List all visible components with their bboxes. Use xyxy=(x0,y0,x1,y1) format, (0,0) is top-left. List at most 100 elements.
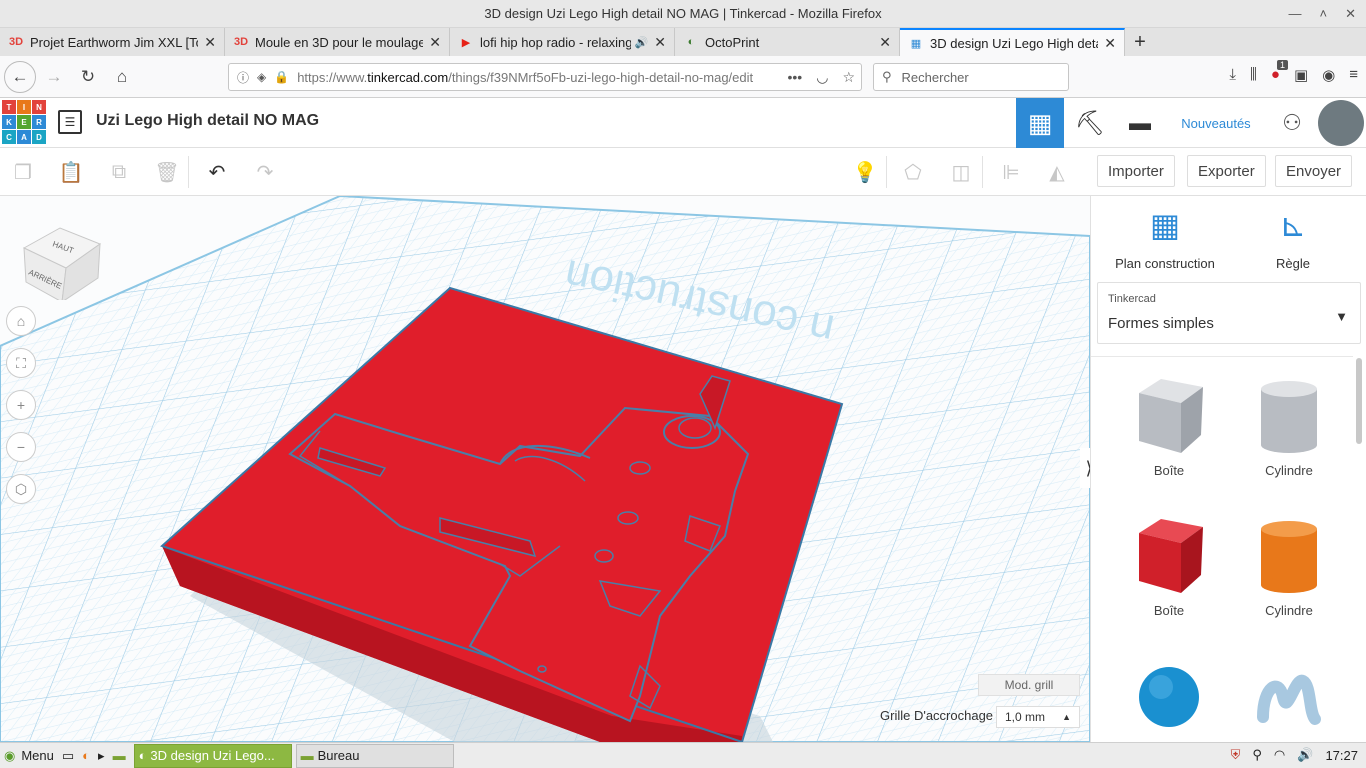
pickaxe-icon[interactable]: ⛏ xyxy=(1066,98,1114,148)
shield-tray-icon[interactable]: ⛨ xyxy=(1231,747,1241,763)
nouveautes-link[interactable]: Nouveautés xyxy=(1168,98,1264,148)
send-button[interactable]: Envoyer xyxy=(1275,155,1353,187)
expand-panel-chevron-icon[interactable]: ⟩ xyxy=(1080,448,1090,488)
snap-grid-select[interactable]: 1,0 mm ▲ xyxy=(996,706,1080,728)
library-source: Tinkercad xyxy=(1108,293,1156,305)
tab-label: Projet Earthworm Jim XXL [To xyxy=(30,34,199,50)
home-view-icon[interactable]: ⌂ xyxy=(6,306,36,336)
shape-cylinder-hole[interactable]: Cylindre xyxy=(1229,377,1349,478)
view-cube[interactable]: HAUT ARRIÈRE xyxy=(20,218,102,300)
files-launcher-icon[interactable]: ▬ xyxy=(109,745,130,767)
undo-icon[interactable]: ↶ xyxy=(202,158,232,186)
info-icon[interactable]: ⓘ xyxy=(237,69,249,86)
ungroup-icon[interactable]: ◫ xyxy=(946,158,976,186)
pocket-icon[interactable]: ◡ xyxy=(816,69,828,86)
bookmark-star-icon[interactable]: ☆ xyxy=(842,69,855,86)
duplicate-icon[interactable]: ⧉ xyxy=(104,158,134,186)
shape-cylinder[interactable]: Cylindre xyxy=(1229,517,1349,618)
perspective-icon[interactable]: ⬡ xyxy=(6,474,36,504)
design-list-icon[interactable]: ☰ xyxy=(58,110,82,134)
download-icon[interactable]: ⤓ xyxy=(1229,66,1236,84)
network-icon[interactable]: ◠ xyxy=(1274,747,1285,763)
cylinder-icon xyxy=(1261,521,1317,593)
design-title[interactable]: Uzi Lego High detail NO MAG xyxy=(96,112,319,130)
shape-box-hole[interactable]: Boîte xyxy=(1109,377,1229,478)
tab-close-icon[interactable]: ✕ xyxy=(879,34,891,51)
tab-label: OctoPrint xyxy=(705,34,760,50)
workplane-svg[interactable]: n construction xyxy=(0,196,1090,742)
tab-tinkercad-design[interactable]: ▦ 3D design Uzi Lego High deta ✕ xyxy=(900,28,1125,56)
shape-sphere[interactable] xyxy=(1109,657,1229,737)
paste-icon[interactable]: 📋 xyxy=(56,158,86,186)
align-icon[interactable]: ⊫ xyxy=(996,158,1026,186)
show-desktop-icon[interactable]: ▭ xyxy=(58,745,78,767)
taskbar-window-bureau[interactable]: ▬ Bureau xyxy=(295,743,454,768)
tab-close-icon[interactable]: ✕ xyxy=(204,34,216,51)
url-bar[interactable]: ⓘ ◈ 🔒 https://www. tinkercad.com/things/f… xyxy=(228,63,862,91)
tab-close-icon[interactable]: ✕ xyxy=(429,34,441,51)
tab-lofi[interactable]: ▶ lofi hip hop radio - relaxing 🔊 ✕ xyxy=(450,28,675,56)
octoprint-favicon-icon: ◐ xyxy=(687,36,695,48)
shapes-grid: Boîte Cylindre Boîte Cylindre xyxy=(1091,356,1353,742)
shape-library-select[interactable]: Tinkercad Formes simples ▼ xyxy=(1097,282,1361,344)
delete-icon[interactable]: 🗑 xyxy=(152,158,182,186)
volume-icon[interactable]: 🔊 xyxy=(1297,747,1313,763)
minimize-icon[interactable]: — xyxy=(1289,6,1302,22)
clock[interactable]: 17:27 xyxy=(1325,748,1358,763)
forward-arrow-icon[interactable]: → xyxy=(38,61,70,93)
shapes-scrollbar[interactable] xyxy=(1356,358,1362,444)
home-icon[interactable]: ⌂ xyxy=(106,61,138,93)
select-arrow-icon: ▲ xyxy=(1062,712,1071,722)
copy-icon[interactable]: ❐ xyxy=(8,158,38,186)
user-tray-icon[interactable]: ⚲ xyxy=(1252,747,1262,763)
new-tab-icon[interactable]: + xyxy=(1125,28,1155,56)
shield-icon[interactable]: ◈ xyxy=(257,70,266,84)
back-arrow-icon[interactable]: ← xyxy=(4,60,36,93)
maximize-icon[interactable]: ˄ xyxy=(1320,6,1328,22)
cylinder-hole-icon xyxy=(1261,381,1317,453)
speaker-icon[interactable]: 🔊 xyxy=(635,36,649,49)
tab-octoprint[interactable]: ◐ OctoPrint ✕ xyxy=(675,28,900,56)
3d-view-grid-icon[interactable]: ▦ xyxy=(1016,98,1064,148)
group-icon[interactable]: ⬠ xyxy=(898,158,928,186)
workplane-tool[interactable]: ▦ Plan construction xyxy=(1105,206,1225,271)
redo-icon[interactable]: ↷ xyxy=(250,158,280,186)
mod-grill-button[interactable]: Mod. grill xyxy=(978,674,1080,696)
lego-brick-icon[interactable]: ▬ xyxy=(1116,98,1164,148)
tab-close-icon[interactable]: ✕ xyxy=(654,34,666,51)
start-menu-button[interactable]: ◉ Menu xyxy=(0,745,58,767)
sidebar-icon[interactable]: ▣ xyxy=(1294,66,1308,84)
light-bulb-icon[interactable]: 💡 xyxy=(850,158,880,186)
account-icon[interactable]: ◉ xyxy=(1322,66,1335,84)
taskbar-window-firefox[interactable]: ◐ 3D design Uzi Lego... xyxy=(133,743,292,768)
avatar[interactable] xyxy=(1318,100,1364,146)
reload-icon[interactable]: ↻ xyxy=(72,61,104,93)
zoom-out-icon[interactable]: − xyxy=(6,432,36,462)
shape-scribble[interactable] xyxy=(1229,657,1349,737)
hamburger-menu-icon[interactable]: ≡ xyxy=(1349,66,1358,84)
import-button[interactable]: Importer xyxy=(1097,155,1175,187)
mint-logo-icon: ◉ xyxy=(4,747,16,763)
tab-earthworm[interactable]: 3D Projet Earthworm Jim XXL [To ✕ xyxy=(0,28,225,56)
firefox-launcher-icon[interactable]: ◐ xyxy=(78,745,94,767)
tinkercad-favicon-icon: ▦ xyxy=(910,37,922,50)
add-user-icon[interactable]: ⚇ xyxy=(1272,98,1312,148)
mirror-icon[interactable]: ◭ xyxy=(1042,158,1072,186)
window-titlebar: 3D design Uzi Lego High detail NO MAG | … xyxy=(0,0,1366,28)
workplane-canvas[interactable]: n construction HAUT ARRIÈRE ⌂ ⛶ + − ⬡ Mo… xyxy=(0,196,1090,742)
library-icon[interactable]: ⫼ xyxy=(1250,66,1257,84)
tinkercad-logo[interactable]: TIN KER CAD xyxy=(2,100,46,144)
tab-moule[interactable]: 3D Moule en 3D pour le moulage ✕ xyxy=(225,28,450,56)
zoom-in-icon[interactable]: + xyxy=(6,390,36,420)
terminal-launcher-icon[interactable]: ▸ xyxy=(94,745,109,767)
fit-view-icon[interactable]: ⛶ xyxy=(6,348,36,378)
url-domain: tinkercad.com xyxy=(367,69,449,85)
extension-badge-icon[interactable]: ● 1 xyxy=(1271,60,1288,84)
search-input[interactable]: ⚲ Rechercher xyxy=(873,63,1069,91)
ruler-tool[interactable]: ⊾ Règle xyxy=(1233,206,1353,271)
tab-close-icon[interactable]: ✕ xyxy=(1104,35,1116,52)
export-button[interactable]: Exporter xyxy=(1187,155,1266,187)
shape-box[interactable]: Boîte xyxy=(1109,517,1229,618)
page-actions-icon[interactable]: ••• xyxy=(788,69,803,86)
close-window-icon[interactable]: ✕ xyxy=(1345,6,1356,22)
